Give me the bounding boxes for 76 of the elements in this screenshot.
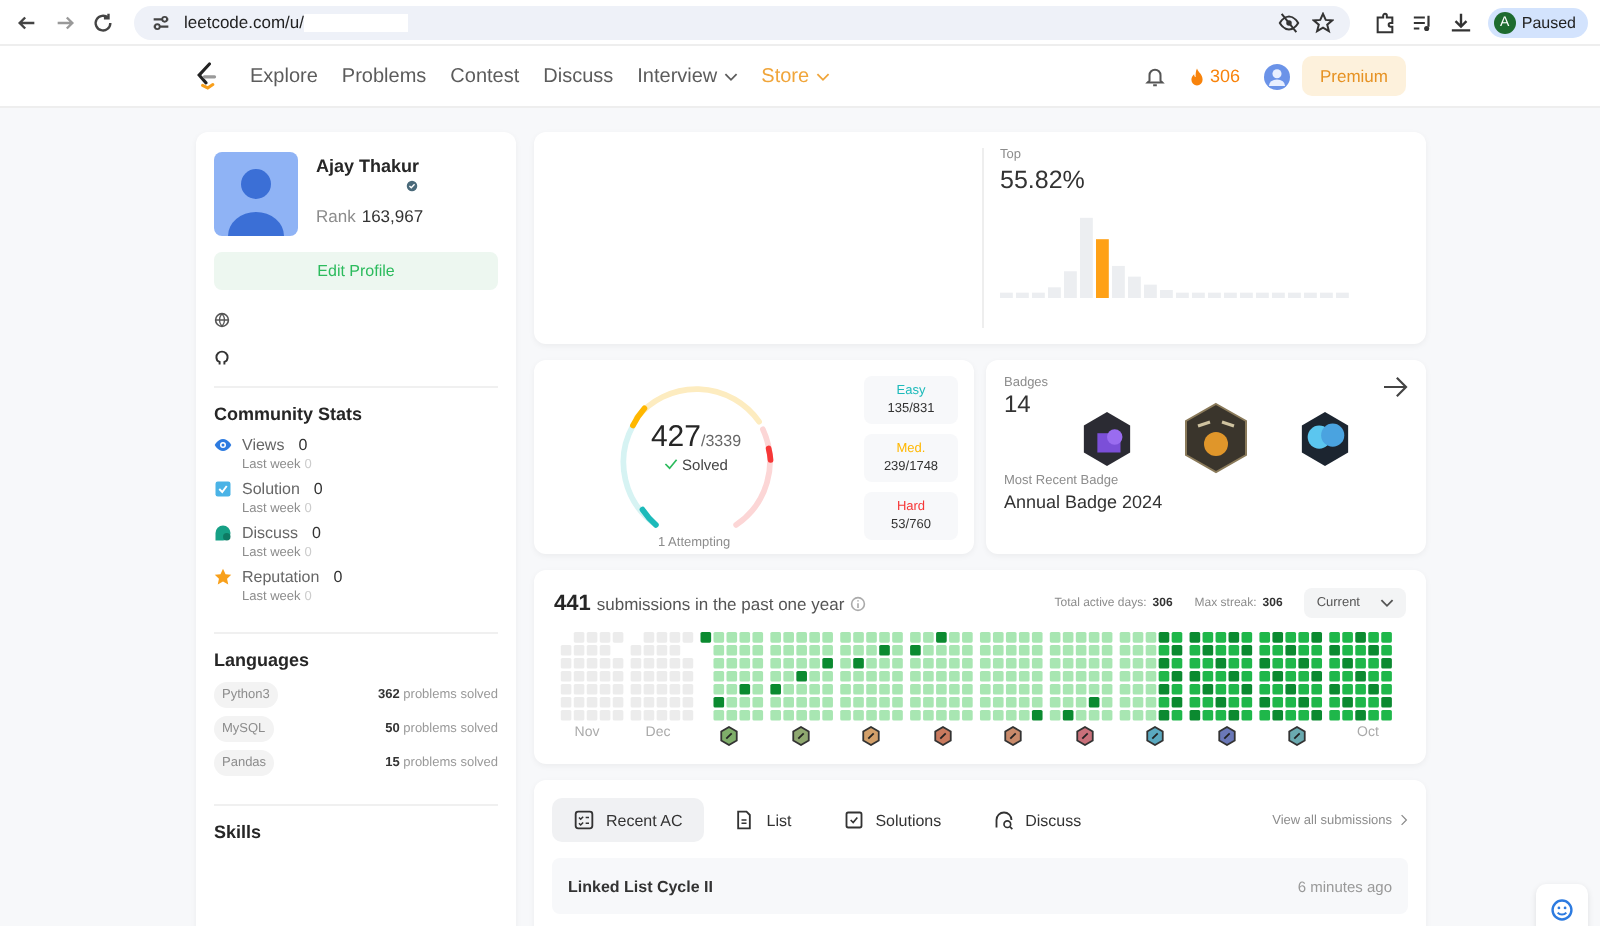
check-icon [664,458,679,470]
nav-link[interactable]: Explore [250,65,318,87]
smiley-icon [1550,898,1574,922]
badge-icon[interactable] [1182,402,1250,474]
star-icon [214,568,232,586]
stat-value: 0 [298,436,308,454]
problem-title: Linked List Cycle II [568,877,713,895]
stat-value: 0 [333,568,343,586]
badge-icon[interactable] [1004,726,1022,746]
star-icon[interactable] [1311,11,1334,33]
address-bar[interactable]: leetcode.com/u/ [134,5,1350,39]
section-title: Skills [214,822,264,842]
caret-icon [723,71,738,81]
chevron-right-icon [1400,814,1408,826]
tab[interactable]: List [712,798,814,842]
nav-link[interactable]: Interview [637,65,738,87]
media-icon[interactable] [1411,11,1434,33]
tab[interactable]: Solutions [821,798,964,842]
checkbox-icon [214,480,232,498]
badge-icon[interactable] [933,726,951,746]
stat-label: Views [242,436,285,454]
rank-value: 163,967 [361,206,424,226]
solved-count: 427 [650,419,701,453]
badge-icon[interactable] [1288,726,1306,746]
caret-icon [815,71,830,81]
globe-icon[interactable] [214,312,230,328]
recent-badge-name: Annual Badge 2024 [1004,492,1165,512]
nav-link[interactable]: Discuss [543,65,614,87]
stat-label: Solution [242,480,300,498]
url-text: leetcode.com/u/ [184,12,305,32]
back-icon[interactable] [16,11,38,33]
badge-icon[interactable] [1080,409,1134,467]
feedback-button[interactable] [1536,884,1588,926]
badge-icon[interactable] [1298,409,1352,467]
forward-icon[interactable] [54,11,76,33]
tab[interactable]: Recent AC [552,798,705,842]
flame-icon [1189,67,1204,85]
chat-search-icon [993,810,1014,830]
badge-icon[interactable] [720,726,738,746]
badges-count: 14 [1004,390,1033,418]
badge-icon[interactable] [862,726,880,746]
badge-icon[interactable] [1217,726,1235,746]
section-title: Languages [214,650,312,670]
chat-icon [214,524,232,542]
download-icon[interactable] [1449,11,1472,33]
nav-link[interactable]: Contest [450,65,520,87]
badge-icon[interactable] [1075,726,1093,746]
eye-icon [214,436,232,454]
stat-value: 0 [312,524,321,542]
arrow-right-icon[interactable] [1382,376,1408,398]
eye-off-icon[interactable] [1277,11,1300,33]
submissions-caption: submissions in the past one year [596,593,845,614]
avatar-icon[interactable] [1263,63,1290,89]
section-title: Community Stats [214,404,365,424]
checklist-icon [574,810,594,830]
top-percentage: 55.82% [1000,166,1087,194]
stat-label: Reputation [242,568,320,586]
site-settings-icon[interactable] [150,11,172,33]
puzzle-icon[interactable] [1373,11,1396,33]
nav-link[interactable]: Problems [341,65,427,87]
badge-icon[interactable] [1146,726,1164,746]
checkbox-icon [843,810,864,830]
badge-icon[interactable] [791,726,809,746]
logo-icon[interactable] [194,62,218,90]
caret-icon [1380,598,1394,609]
submission-count: 441 [554,591,591,616]
rank-label: Rank [316,206,356,226]
user-name: Ajay Thakur [316,156,422,176]
stat-label: Discuss [242,524,299,542]
reload-icon[interactable] [92,11,114,33]
document-icon [734,810,755,830]
stat-value: 0 [313,480,323,498]
bell-icon[interactable] [1143,65,1166,87]
verified-icon [406,180,418,192]
tab[interactable]: Discuss [971,798,1104,842]
total-count: /3339 [701,431,742,449]
